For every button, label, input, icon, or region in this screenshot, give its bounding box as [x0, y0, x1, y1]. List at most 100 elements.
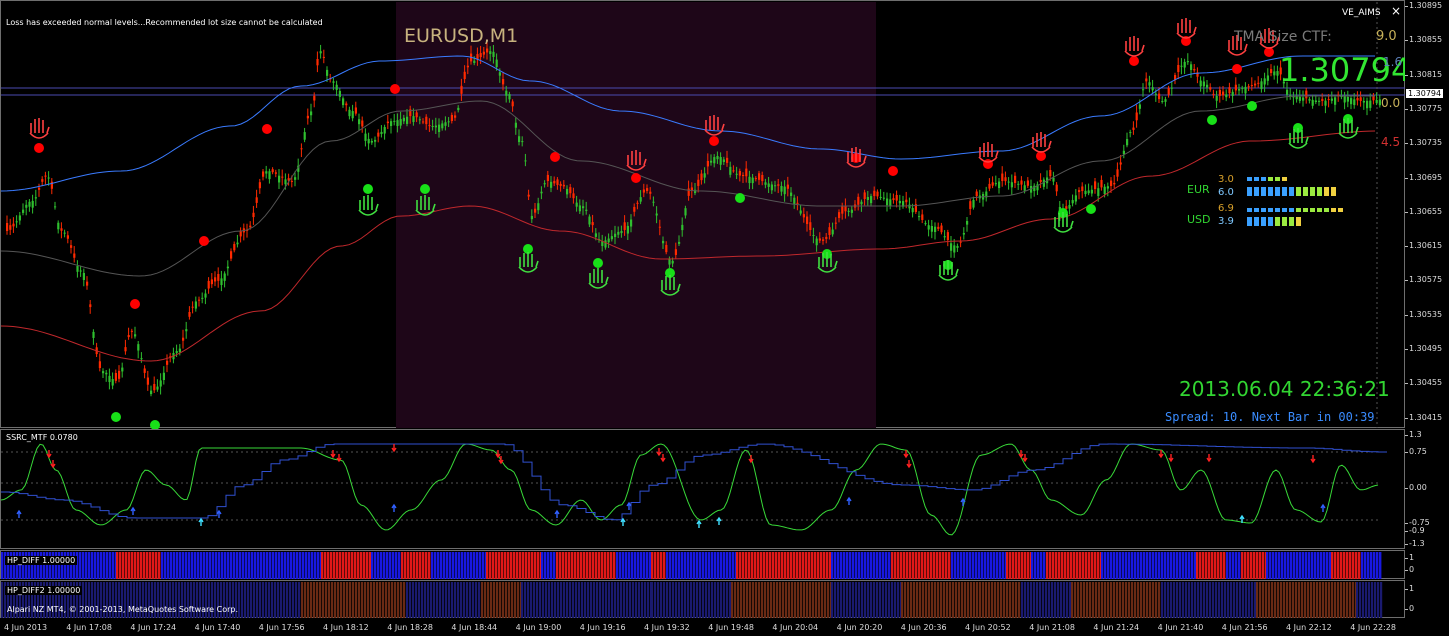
hp-diff2-bar-blue [617, 582, 620, 618]
hp-diff2-bar-blue [837, 582, 840, 618]
hp-diff2-bar-red [1259, 582, 1262, 618]
strength-meter-usd-2 [1296, 217, 1301, 226]
hp-diff-bar-blue [269, 552, 272, 579]
hp-diff2-bar-blue [626, 582, 629, 618]
hp-diff2-bar-red [758, 582, 761, 618]
hp-diff-pane[interactable]: HP_DIFF 1.00000 [0, 550, 1405, 579]
hp-diff-bar-blue [112, 552, 115, 579]
hp-diff-bar-blue [675, 552, 678, 579]
hp-diff2-bar-red [916, 582, 919, 618]
hp-diff-bar-blue [227, 552, 230, 579]
bear-candle [249, 225, 252, 228]
hp-diff2-bar-blue [831, 582, 834, 618]
hp-diff2-bar-blue [430, 582, 433, 618]
price-chart-pane[interactable]: Loss has exceeded normal levels...Recomm… [0, 0, 1411, 429]
ssrc-up-arrow [216, 509, 222, 518]
hp-diff2-bar-blue [1030, 582, 1033, 618]
hp-diff-bar-red [1259, 552, 1262, 579]
hp-diff-bar-blue [209, 552, 212, 579]
hp-diff-bar-blue [840, 552, 843, 579]
close-icon[interactable]: × [1391, 4, 1401, 18]
hp-diff-bar-red [1352, 552, 1355, 579]
hp-diff2-bar-blue [469, 582, 472, 618]
hp-diff-bar-blue [553, 552, 556, 579]
hp-diff-bar-blue [846, 552, 849, 579]
time-tick-label: 4 Jun 17:24 [130, 623, 177, 632]
hp-diff-bar-blue [109, 552, 112, 579]
hp-diff-bar-red [1082, 552, 1085, 579]
buy-signal-dot [111, 412, 121, 422]
hp-diff2-bar-red [1074, 582, 1077, 618]
bear-candle [386, 121, 389, 124]
bear-candle [754, 178, 757, 180]
hp-diff-bar-red [330, 552, 333, 579]
bear-candle [700, 173, 703, 181]
bull-candle [390, 121, 393, 126]
hp-diff-bar-blue [260, 552, 263, 579]
hp-diff2-bar-blue [448, 582, 451, 618]
hp-diff-canvas[interactable] [1, 551, 1406, 580]
hp-diff-bar-red [1250, 552, 1253, 579]
bear-candle [658, 226, 661, 228]
hp-diff-label: HP_DIFF 1.00000 [5, 556, 78, 565]
hp-diff-bar-blue [443, 552, 446, 579]
hp-diff2-bar-blue [265, 582, 268, 618]
price-tick-label: 1.30735 [1404, 138, 1443, 148]
hp-diff2-bar-red [1012, 582, 1015, 618]
strength-meter-eur-2 [1310, 187, 1315, 196]
hp-diff-bar-red [781, 552, 784, 579]
bear-candle [146, 377, 149, 385]
bull-candle [319, 51, 322, 54]
bull-candle [889, 199, 892, 207]
hp-diff-bar-red [348, 552, 351, 579]
hp-diff-bar-blue [1173, 552, 1176, 579]
ssrc-canvas[interactable] [1, 430, 1406, 550]
hp-diff2-bar-red [749, 582, 752, 618]
bear-candle [562, 184, 565, 187]
hp-diff2-pane[interactable]: HP_DIFF2 1.00000 Alpari NZ MT4, © 2001-2… [0, 580, 1405, 618]
bull-candle [764, 182, 767, 185]
hp-diff-bar-blue [1146, 552, 1149, 579]
hp-diff-bar-blue [281, 552, 284, 579]
bear-candle [742, 174, 745, 177]
hp-diff-bar-blue [1128, 552, 1131, 579]
hp-diff2-bar-blue [644, 582, 647, 618]
hp-diff-bar-red [1337, 552, 1340, 579]
bull-candle [1087, 190, 1090, 194]
bear-candle [1132, 127, 1135, 130]
buy-signal-dot [1247, 101, 1257, 111]
hp-diff2-bar-blue [247, 582, 250, 618]
hp-diff2-bar-blue [472, 582, 475, 618]
bear-candle [905, 199, 908, 203]
ssrc-indicator-pane[interactable]: SSRC_MTF 0.0780 [0, 429, 1405, 549]
hp-diff2-bar-red [1343, 582, 1346, 618]
hp-diff-bar-red [155, 552, 158, 579]
hp-diff-bar-red [927, 552, 930, 579]
hp-diff2-bar-blue [584, 582, 587, 618]
hp-diff-bar-red [1223, 552, 1226, 579]
hp-diff-bar-blue [1370, 552, 1373, 579]
hp-diff2-bar-blue [596, 582, 599, 618]
bull-candle [447, 121, 450, 123]
hp-diff-bar-red [137, 552, 140, 579]
bear-candle [210, 279, 213, 285]
hp-diff2-bar-red [904, 582, 907, 618]
hp-diff-bar-red [787, 552, 790, 579]
hp-diff-bar-blue [966, 552, 969, 579]
hp-diff-bar-blue [1323, 552, 1326, 579]
hp-diff2-bar-blue [1230, 582, 1233, 618]
hp-diff2-bar-blue [678, 582, 681, 618]
bear-candle [553, 180, 556, 184]
bear-candle [422, 121, 425, 123]
hp-diff-bar-red [778, 552, 781, 579]
hp-diff2-bar-blue [560, 582, 563, 618]
sell-signal-dot [130, 299, 140, 309]
ssrc-up-arrow [198, 517, 204, 526]
bear-candle [345, 103, 348, 106]
sell-signal-dot [1129, 56, 1139, 66]
hp-diff2-bar-blue [1356, 582, 1359, 618]
hp-diff-bar-red [333, 552, 336, 579]
hp-diff2-bar-blue [1024, 582, 1027, 618]
bull-candle [722, 159, 725, 163]
hp-diff-bar-blue [293, 552, 296, 579]
